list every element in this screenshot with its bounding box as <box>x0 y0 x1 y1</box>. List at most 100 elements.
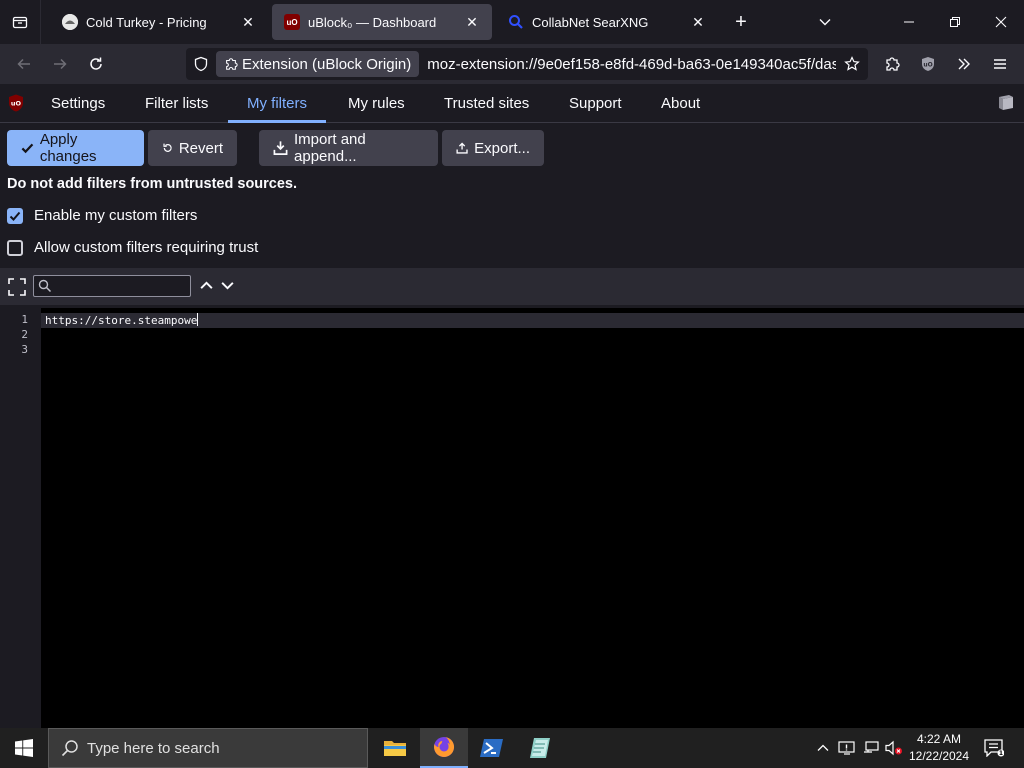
tab-ublock-dashboard[interactable]: uO uBlock₀ — Dashboard ✕ <box>272 4 492 40</box>
dashboard-tab-settings[interactable]: Settings <box>32 84 124 123</box>
line-number: 3 <box>21 343 28 356</box>
plus-icon: + <box>735 10 747 33</box>
tab-separator <box>40 0 41 44</box>
firefox-view-button[interactable] <box>0 0 40 44</box>
filters-editor[interactable]: 1 2 3 https://store.steampowe <box>0 305 1024 728</box>
tray-app-icon[interactable] <box>836 728 858 768</box>
import-append-button[interactable]: Import and append... <box>259 130 438 166</box>
revert-label: Revert <box>178 139 223 157</box>
navigation-toolbar: Extension (uBlock Origin) moz-extension:… <box>0 44 1024 84</box>
puzzle-piece-icon <box>226 58 238 70</box>
dashboard-tab-support[interactable]: Support <box>550 84 641 123</box>
app-window-icon <box>530 738 550 758</box>
upload-icon <box>456 142 468 154</box>
back-button[interactable] <box>8 48 40 80</box>
firefox-taskbar-button[interactable] <box>420 728 468 768</box>
list-all-tabs-button[interactable] <box>802 0 848 44</box>
url-text[interactable]: moz-extension://9e0ef158-e8fd-469d-ba63-… <box>427 56 836 73</box>
tab-cold-turkey[interactable]: Cold Turkey - Pricing ✕ <box>50 4 268 40</box>
tracking-protection-shield-icon[interactable] <box>186 48 216 80</box>
editor-line-current[interactable]: https://store.steampowe <box>41 313 1024 328</box>
download-icon <box>273 141 288 155</box>
fullscreen-icon[interactable] <box>8 278 26 296</box>
enable-custom-filters-option[interactable]: Enable my custom filters <box>7 207 197 224</box>
url-bar[interactable]: Extension (uBlock Origin) moz-extension:… <box>186 48 868 80</box>
extension-identity-chip[interactable]: Extension (uBlock Origin) <box>216 51 420 77</box>
svg-text:1: 1 <box>999 750 1003 757</box>
export-label: Export... <box>474 139 530 157</box>
line-number: 2 <box>21 328 28 341</box>
dashboard-tab-about[interactable]: About <box>642 84 719 123</box>
app-taskbar-button[interactable] <box>516 728 564 768</box>
tab-title: CollabNet SearXNG <box>532 14 649 30</box>
editor-line[interactable] <box>41 343 1024 358</box>
ublock-logo-icon: uO <box>9 94 23 112</box>
taskbar-search-placeholder: Type here to search <box>87 739 220 757</box>
clock-time: 4:22 AM <box>916 732 962 746</box>
revert-button[interactable]: Revert <box>148 130 237 166</box>
checkmark-icon <box>21 143 34 154</box>
volume-button[interactable] <box>882 728 906 768</box>
dashboard-nav: uO Settings Filter lists My filters My r… <box>0 84 1024 123</box>
extensions-button[interactable] <box>876 48 908 80</box>
search-icon <box>61 740 78 757</box>
dashboard-tab-filter-lists[interactable]: Filter lists <box>126 84 227 123</box>
dashboard-tab-trusted-sites[interactable]: Trusted sites <box>425 84 548 123</box>
find-previous-icon[interactable] <box>199 278 214 293</box>
new-tab-button[interactable]: + <box>718 0 764 44</box>
minimize-button[interactable] <box>886 0 932 44</box>
app-menu-button[interactable] <box>984 48 1016 80</box>
svg-text:uO: uO <box>923 62 932 69</box>
restore-button[interactable] <box>932 0 978 44</box>
search-icon <box>38 279 52 293</box>
close-window-button[interactable] <box>978 0 1024 44</box>
apply-changes-button[interactable]: Apply changes <box>7 130 144 166</box>
monitor-alert-icon <box>838 741 855 755</box>
powershell-icon <box>480 739 503 757</box>
minimize-icon <box>904 21 914 23</box>
untrusted-sources-warning: Do not add filters from untrusted source… <box>7 176 298 192</box>
powershell-taskbar-button[interactable] <box>468 728 516 768</box>
import-append-label: Import and append... <box>294 131 366 165</box>
network-status-icon[interactable] <box>860 728 882 768</box>
allow-trusted-filters-option[interactable]: Allow custom filters requiring trust <box>7 239 258 256</box>
allow-trusted-filters-checkbox[interactable] <box>7 239 23 256</box>
export-button[interactable]: Export... <box>442 130 544 166</box>
searxng-favicon-icon <box>508 14 524 30</box>
reload-icon <box>90 57 102 70</box>
ublock-favicon-icon: uO <box>284 14 300 30</box>
bookmark-star-icon[interactable] <box>836 48 868 80</box>
taskbar-search-box[interactable]: Type here to search <box>48 728 368 768</box>
ublock-toolbar-button[interactable]: uO <box>912 48 944 80</box>
firefox-icon <box>434 736 455 757</box>
reload-button[interactable] <box>80 48 112 80</box>
book-icon[interactable] <box>996 94 1016 112</box>
puzzle-piece-icon <box>886 57 900 71</box>
find-next-icon[interactable] <box>220 278 235 293</box>
show-hidden-icons-button[interactable] <box>812 728 834 768</box>
editor-line[interactable] <box>41 328 1024 343</box>
file-explorer-taskbar-button[interactable] <box>371 728 419 768</box>
checkmark-icon <box>9 211 21 221</box>
windows-taskbar: Type here to search 4:22 AM 12/22/2024 1 <box>0 728 1024 768</box>
dashboard-tab-my-rules[interactable]: My rules <box>329 84 424 123</box>
dashboard-tab-my-filters[interactable]: My filters <box>228 84 326 123</box>
close-tab-icon[interactable]: ✕ <box>238 14 258 31</box>
folder-icon <box>384 741 406 756</box>
editor-find-bar <box>0 268 1024 305</box>
taskbar-clock[interactable]: 4:22 AM 12/22/2024 <box>904 731 974 765</box>
restore-icon <box>950 17 960 27</box>
volume-muted-icon <box>885 740 902 756</box>
network-icon <box>864 741 879 753</box>
enable-custom-filters-label: Enable my custom filters <box>34 207 198 224</box>
enable-custom-filters-checkbox[interactable] <box>7 207 23 224</box>
start-button[interactable] <box>0 728 48 768</box>
tab-searxng[interactable]: CollabNet SearXNG ✕ <box>496 4 718 40</box>
hamburger-menu-icon <box>994 59 1006 69</box>
close-tab-icon[interactable]: ✕ <box>462 14 482 31</box>
notification-center-button[interactable]: 1 <box>978 728 1010 768</box>
more-tools-button[interactable] <box>948 48 980 80</box>
find-input[interactable] <box>33 275 191 297</box>
close-tab-icon[interactable]: ✕ <box>688 14 708 31</box>
forward-button[interactable] <box>44 48 76 80</box>
